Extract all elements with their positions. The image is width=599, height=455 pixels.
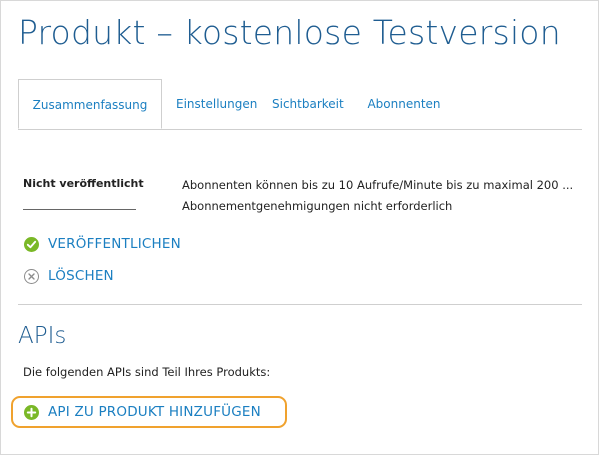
add-api-label: API ZU PRODUKT HINZUFÜGEN xyxy=(48,404,261,420)
delete-label: LÖSCHEN xyxy=(48,268,114,284)
status-divider xyxy=(23,209,136,210)
rate-limit-description: Abonnenten können bis zu 10 Aufrufe/Minu… xyxy=(182,178,574,192)
tab-zusammenfassung[interactable]: Zusammenfassung xyxy=(18,79,162,129)
publish-button[interactable]: VERÖFFENTLICHEN xyxy=(24,235,181,253)
tab-abonnenten[interactable]: Abonnenten xyxy=(364,79,444,129)
x-circle-icon xyxy=(24,268,39,284)
page-title: Produkt – kostenlose Testversion xyxy=(18,13,561,52)
publish-status-label: Nicht veröffentlicht xyxy=(23,177,144,190)
check-circle-icon xyxy=(24,236,39,252)
section-divider xyxy=(18,304,582,305)
tab-einstellungen[interactable]: Einstellungen xyxy=(176,79,257,129)
apis-description: Die folgenden APIs sind Teil Ihres Produ… xyxy=(23,365,271,379)
tab-bar: Zusammenfassung Einstellungen Sichtbarke… xyxy=(18,79,582,130)
delete-button[interactable]: LÖSCHEN xyxy=(24,267,114,285)
plus-circle-icon xyxy=(24,404,39,420)
approval-description: Abonnementgenehmigungen nicht erforderli… xyxy=(182,199,453,213)
product-page: Produkt – kostenlose Testversion Zusamme… xyxy=(0,0,599,455)
add-api-button[interactable]: API ZU PRODUKT HINZUFÜGEN xyxy=(24,403,261,421)
tab-sichtbarkeit[interactable]: Sichtbarkeit xyxy=(272,79,344,129)
apis-heading: APIs xyxy=(18,323,67,349)
publish-label: VERÖFFENTLICHEN xyxy=(48,236,181,252)
